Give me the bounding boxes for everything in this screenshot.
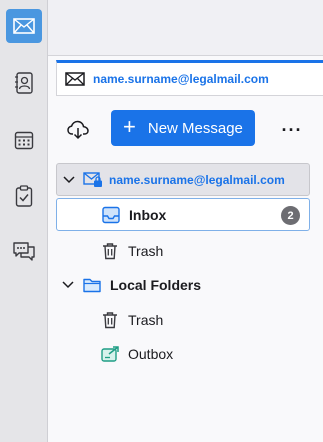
chat-icon: [13, 242, 35, 261]
address-book-space-button[interactable]: [6, 66, 42, 100]
more-options-button[interactable]: ···: [280, 118, 304, 142]
folder-local-trash[interactable]: Trash: [56, 303, 310, 336]
spaces-toolbar: [0, 0, 48, 442]
outbox-label: Outbox: [128, 345, 174, 362]
trash-label: Trash: [128, 242, 164, 259]
folder-icon: [82, 275, 102, 295]
mail-account-icon: [83, 170, 103, 190]
plus-icon: +: [123, 114, 136, 139]
folder-pane: name.surname@legalmail.com + New Message…: [48, 0, 323, 442]
folder-outbox[interactable]: Outbox: [56, 337, 310, 370]
account-row[interactable]: name.surname@legalmail.com: [56, 163, 310, 196]
local-trash-label: Trash: [128, 311, 164, 328]
inbox-label: Inbox: [129, 206, 167, 223]
tasks-icon: [15, 185, 33, 207]
folder-trash[interactable]: Trash: [56, 234, 310, 267]
tasks-space-button[interactable]: [6, 179, 42, 213]
unread-count-badge: 2: [281, 206, 300, 225]
inbox-icon: [101, 205, 121, 225]
get-messages-button[interactable]: [66, 118, 90, 142]
new-message-label: New Message: [147, 119, 243, 137]
folder-inbox[interactable]: Inbox 2: [56, 198, 310, 231]
new-message-button[interactable]: + New Message: [111, 110, 255, 146]
mail-icon: [65, 72, 85, 86]
tab-strip: [48, 0, 323, 56]
mail-space-button[interactable]: [6, 9, 42, 43]
trash-icon: [100, 241, 120, 261]
calendar-icon: [14, 131, 34, 150]
local-folders-row[interactable]: Local Folders: [56, 268, 310, 301]
tab-title: name.surname@legalmail.com: [93, 72, 269, 86]
tab-account[interactable]: name.surname@legalmail.com: [56, 60, 323, 95]
chevron-down-icon[interactable]: [60, 277, 76, 293]
folder-pane-header: + New Message ···: [48, 110, 323, 150]
divider: [56, 95, 323, 96]
outbox-icon: [100, 344, 120, 364]
address-book-icon: [15, 72, 33, 94]
chevron-down-icon[interactable]: [61, 172, 77, 188]
local-folders-label: Local Folders: [110, 276, 202, 293]
cloud-download-icon: [67, 120, 89, 140]
calendar-space-button[interactable]: [6, 123, 42, 157]
mail-icon: [13, 18, 35, 34]
chat-space-button[interactable]: [6, 235, 42, 269]
account-name: name.surname@legalmail.com: [109, 172, 285, 187]
trash-icon: [100, 310, 120, 330]
